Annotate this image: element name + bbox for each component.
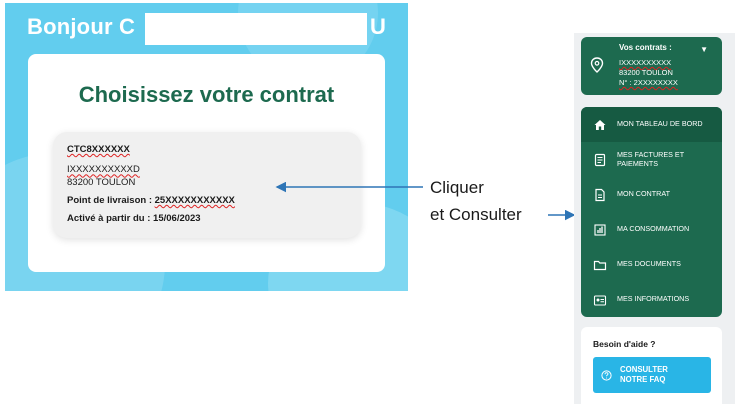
location-pin-icon	[590, 57, 604, 73]
activation-date: Activé à partir du : 15/06/2023	[67, 213, 201, 225]
sidebar-item-invoices[interactable]: MES FACTURES ET PAIEMENTS	[581, 142, 722, 177]
contract-selector[interactable]: Vos contrats : ▼ IXXXXXXXXXX 83200 TOULO…	[581, 37, 722, 95]
mobile-sidebar: Vos contrats : ▼ IXXXXXXXXXX 83200 TOULO…	[574, 33, 735, 404]
redaction-block	[145, 13, 367, 45]
greeting-suffix: U	[370, 14, 386, 39]
contract-city: 83200 TOULON	[619, 68, 673, 77]
sidebar-item-label: MES INFORMATIONS	[617, 294, 690, 304]
sidebar-item-contract[interactable]: MON CONTRAT	[581, 177, 722, 212]
faq-label-line2: NOTRE FAQ	[620, 375, 666, 384]
faq-label-line1: CONSULTER	[620, 365, 668, 375]
help-title: Besoin d'aide ?	[593, 339, 656, 349]
sidebar-item-informations[interactable]: MES INFORMATIONS	[581, 282, 722, 317]
greeting-text: Bonjour C	[27, 14, 136, 39]
contracts-header: Vos contrats :	[619, 43, 672, 52]
id-card-icon	[593, 294, 607, 306]
delivery-point: Point de livraison : 25XXXXXXXXXXX	[67, 195, 347, 207]
sidebar-item-documents[interactable]: MES DOCUMENTS	[581, 247, 722, 282]
sidebar-item-label: MA CONSOMMATION	[617, 224, 690, 234]
delivery-point-value: 25XXXXXXXXXXX	[154, 195, 235, 207]
contract-selection-screen: Bonjour C U Choisissez votre contrat CTC…	[5, 3, 408, 291]
contract-number: N° : 2XXXXXXXX	[619, 78, 678, 87]
faq-label: CONSULTER NOTRE FAQ	[620, 365, 668, 384]
question-icon	[601, 369, 612, 381]
faq-button[interactable]: CONSULTER NOTRE FAQ	[593, 357, 711, 393]
contract-card: Choisissez votre contrat CTC8XXXXXX IXXX…	[28, 54, 385, 272]
contract-city: 83200 TOULON	[67, 176, 136, 188]
page-title: Choisissez votre contrat	[78, 82, 335, 107]
sidebar-menu: MON TABLEAU DE BORD MES FACTURES ET PAIEM…	[581, 107, 722, 317]
annotation-consult: et Consulter	[430, 205, 522, 224]
sidebar-item-label: MES DOCUMENTS	[617, 259, 681, 269]
delivery-point-label: Point de livraison :	[67, 195, 155, 207]
sidebar-item-consumption[interactable]: MA CONSOMMATION	[581, 212, 722, 247]
sidebar-item-label: MON TABLEAU DE BORD	[617, 119, 703, 129]
help-panel: Besoin d'aide ? CONSULTER NOTRE FAQ	[581, 327, 722, 404]
home-icon	[594, 119, 606, 130]
sidebar-item-label: MES FACTURES ET PAIEMENTS	[617, 149, 685, 168]
chevron-down-icon[interactable]: ▼	[700, 45, 708, 54]
folder-icon	[593, 260, 607, 270]
annotation-click: Cliquer	[430, 178, 484, 197]
sidebar-item-label-line1: MES FACTURES ET	[617, 149, 685, 159]
contract-option[interactable]: CTC8XXXXXX IXXXXXXXXXXD 83200 TOULON Poi…	[53, 132, 361, 238]
invoice-icon	[594, 153, 606, 166]
sidebar-item-label-line2: PAIEMENTS	[617, 158, 659, 168]
contract-holder: IXXXXXXXXXXD	[67, 164, 140, 176]
contract-id: CTC8XXXXXX	[67, 144, 130, 155]
chart-icon	[594, 223, 606, 236]
document-icon	[595, 188, 605, 201]
sidebar-item-dashboard[interactable]: MON TABLEAU DE BORD	[581, 107, 722, 142]
sidebar-item-label: MON CONTRAT	[617, 189, 670, 199]
contract-holder: IXXXXXXXXXX	[619, 58, 672, 67]
